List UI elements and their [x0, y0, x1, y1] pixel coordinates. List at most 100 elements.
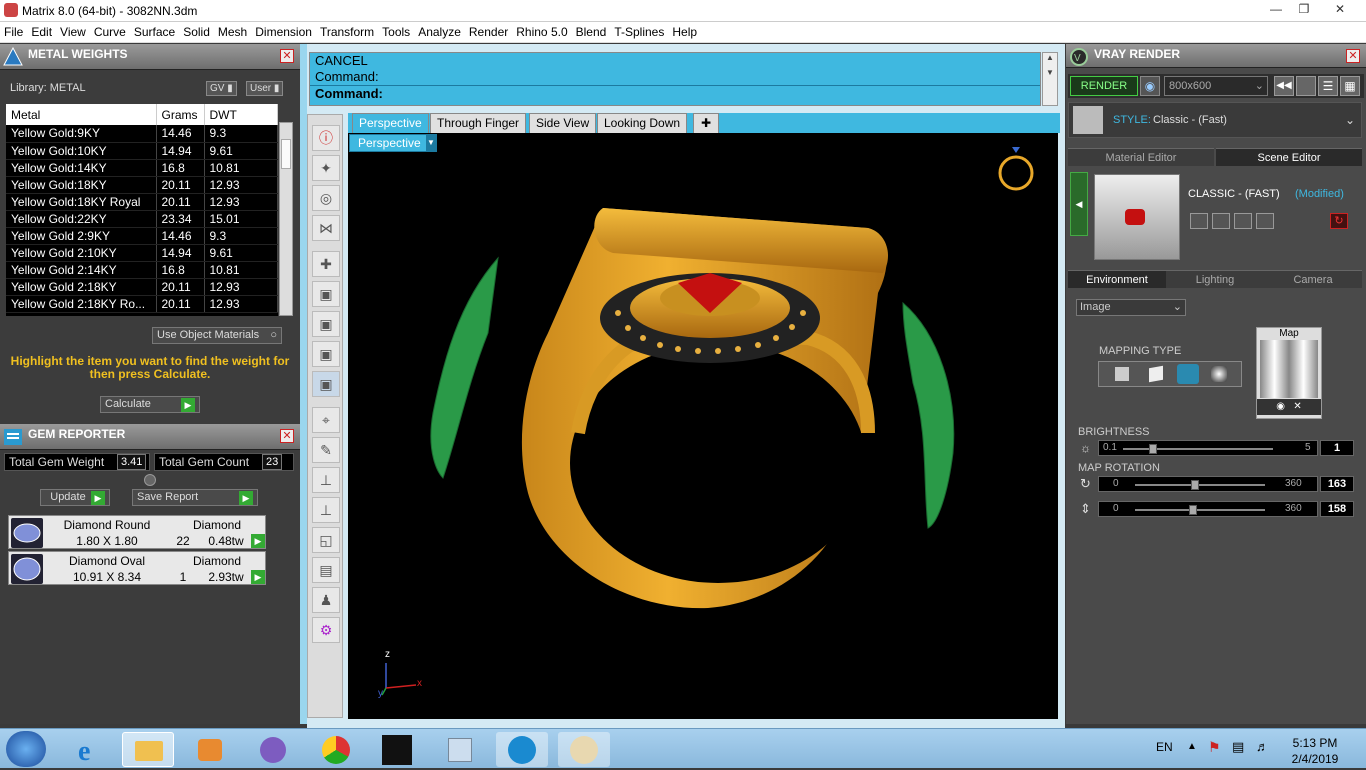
- grid-icon[interactable]: ▦: [1340, 76, 1360, 96]
- collapse-icon[interactable]: ◀: [1070, 172, 1088, 236]
- snap-off-icon[interactable]: ⊥: [312, 467, 340, 493]
- col-grams[interactable]: Grams: [156, 104, 205, 125]
- network-icon[interactable]: ▤: [1232, 739, 1244, 755]
- menu-blend[interactable]: Blend: [572, 22, 611, 42]
- viber-icon[interactable]: [248, 732, 300, 767]
- table-row[interactable]: Yellow Gold 2:18KY 20.11 12.93: [6, 278, 278, 296]
- history-icon[interactable]: ▤: [312, 557, 340, 583]
- import-preset-icon[interactable]: [1234, 213, 1252, 229]
- 3d-viewport[interactable]: z x y: [348, 133, 1058, 719]
- play-icon[interactable]: ▶: [251, 570, 265, 584]
- chrome-icon[interactable]: [310, 732, 362, 767]
- menu-mesh[interactable]: Mesh: [214, 22, 251, 42]
- table-row[interactable]: Yellow Gold:18KY Royal 20.11 12.93: [6, 193, 278, 211]
- table-row[interactable]: Yellow Gold 2:14KY 16.8 10.81: [6, 261, 278, 279]
- paint-icon[interactable]: [558, 732, 610, 767]
- map-clear-icon[interactable]: ✕: [1293, 401, 1301, 412]
- menu-analyze[interactable]: Analyze: [414, 22, 465, 42]
- menu-tools[interactable]: Tools: [378, 22, 414, 42]
- command-input[interactable]: Command:: [310, 85, 1040, 102]
- garena-icon[interactable]: [372, 732, 424, 767]
- menu-dimension[interactable]: Dimension: [251, 22, 316, 42]
- stop-icon[interactable]: ⓘ: [312, 125, 340, 151]
- tab-through-finger[interactable]: Through Finger: [430, 113, 527, 133]
- sphere-map-icon[interactable]: [1177, 364, 1199, 384]
- save-preset-icon[interactable]: [1190, 213, 1208, 229]
- list-icon[interactable]: ☰: [1318, 76, 1338, 96]
- language-indicator[interactable]: EN: [1156, 740, 1173, 754]
- volume-icon[interactable]: ♬: [1256, 739, 1269, 754]
- save-as-preset-icon[interactable]: [1212, 213, 1230, 229]
- cube-top-icon[interactable]: ▣: [312, 371, 340, 397]
- clock[interactable]: 5:13 PM 2/4/2019: [1280, 735, 1350, 767]
- slider-knob[interactable]: [1189, 505, 1197, 515]
- scroll-thumb[interactable]: [281, 139, 291, 169]
- add-tab-icon[interactable]: ✚: [693, 113, 719, 133]
- close-metal-weights-icon[interactable]: ✕: [280, 49, 294, 63]
- close-gem-reporter-icon[interactable]: ✕: [280, 429, 294, 443]
- render-button[interactable]: RENDER: [1070, 76, 1138, 96]
- menu-edit[interactable]: Edit: [27, 22, 56, 42]
- minimize-icon[interactable]: —: [1262, 0, 1290, 18]
- tripod-icon[interactable]: ✦: [312, 155, 340, 181]
- snap-r-icon[interactable]: ⊥: [312, 497, 340, 523]
- panel-divider[interactable]: [300, 44, 307, 724]
- update-button[interactable]: Update ▶: [40, 489, 110, 506]
- table-row[interactable]: Yellow Gold:22KY 23.34 15.01: [6, 210, 278, 228]
- menu-render[interactable]: Render: [465, 22, 512, 42]
- table-row[interactable]: Yellow Gold 2:9KY 14.46 9.3: [6, 227, 278, 245]
- cube-side-icon[interactable]: ▣: [312, 341, 340, 367]
- viewport-label[interactable]: Perspective ▼: [349, 134, 437, 152]
- reset-icon[interactable]: ↻: [1330, 213, 1348, 229]
- table-row[interactable]: Yellow Gold 2:18KY Ro... 20.11 12.93: [6, 295, 278, 313]
- export-preset-icon[interactable]: [1256, 213, 1274, 229]
- transform-icon[interactable]: ◱: [312, 527, 340, 553]
- start-button[interactable]: [6, 731, 46, 767]
- rotation-horizontal-slider[interactable]: 0 360: [1098, 476, 1318, 492]
- command-scrollbar[interactable]: ▲ ▼: [1042, 52, 1058, 106]
- tab-material-editor[interactable]: Material Editor: [1068, 148, 1214, 166]
- menu-rhino[interactable]: Rhino 5.0: [512, 22, 571, 42]
- chevron-down-icon[interactable]: ▼: [426, 135, 436, 151]
- menu-surface[interactable]: Surface: [130, 22, 179, 42]
- brightness-value[interactable]: 1: [1320, 440, 1354, 456]
- user-toggle[interactable]: User ▮: [246, 81, 284, 96]
- slider-knob[interactable]: [1149, 444, 1157, 454]
- maximize-icon[interactable]: ❐: [1290, 0, 1318, 18]
- scroll-down-icon[interactable]: ▼: [1043, 68, 1057, 77]
- tab-looking-down[interactable]: Looking Down: [597, 113, 688, 133]
- rotation1-value[interactable]: 163: [1320, 476, 1354, 492]
- gem-row[interactable]: Diamond Oval Diamond 10.91 X 8.34 1 2.93…: [8, 551, 266, 585]
- resolution-select[interactable]: 800x600 ⌄: [1164, 76, 1268, 96]
- menu-transform[interactable]: Transform: [316, 22, 378, 42]
- menu-file[interactable]: File: [0, 22, 27, 42]
- tab-environment[interactable]: Environment: [1068, 270, 1166, 288]
- cube-icon[interactable]: ▣: [312, 281, 340, 307]
- dome-map-icon[interactable]: [1211, 366, 1227, 382]
- menu-tsplines[interactable]: T-Splines: [610, 22, 668, 42]
- menu-help[interactable]: Help: [668, 22, 701, 42]
- dimension-icon[interactable]: ⌖: [312, 407, 340, 433]
- table-row[interactable]: Yellow Gold 2:10KY 14.94 9.61: [6, 244, 278, 262]
- menu-curve[interactable]: Curve: [90, 22, 130, 42]
- notes-icon[interactable]: [434, 732, 486, 767]
- table-row[interactable]: Yellow Gold:10KY 14.94 9.61: [6, 142, 278, 160]
- rotation2-value[interactable]: 158: [1320, 501, 1354, 517]
- menu-solid[interactable]: Solid: [179, 22, 214, 42]
- brightness-slider[interactable]: 0.1 5: [1098, 440, 1318, 456]
- tab-side-view[interactable]: Side View: [529, 113, 597, 133]
- globe-icon[interactable]: ◉: [1140, 76, 1160, 96]
- view-navigator-icon[interactable]: [998, 147, 1034, 191]
- file-explorer-icon[interactable]: [122, 732, 174, 767]
- sphere-icon[interactable]: ◎: [312, 185, 340, 211]
- close-vray-icon[interactable]: ✕: [1346, 49, 1360, 63]
- cube-map-icon[interactable]: [1149, 365, 1163, 383]
- calculate-button[interactable]: Calculate ▶: [100, 396, 200, 413]
- play-icon[interactable]: ▶: [251, 534, 265, 548]
- rotation-vertical-slider[interactable]: 0 360: [1098, 501, 1318, 517]
- internet-explorer-icon[interactable]: e: [64, 732, 116, 767]
- frame-buffer-icon[interactable]: [1296, 76, 1316, 96]
- matrix-app-icon[interactable]: [496, 732, 548, 767]
- use-object-materials-checkbox[interactable]: Use Object Materials ○: [152, 327, 282, 344]
- media-player-icon[interactable]: [184, 732, 236, 767]
